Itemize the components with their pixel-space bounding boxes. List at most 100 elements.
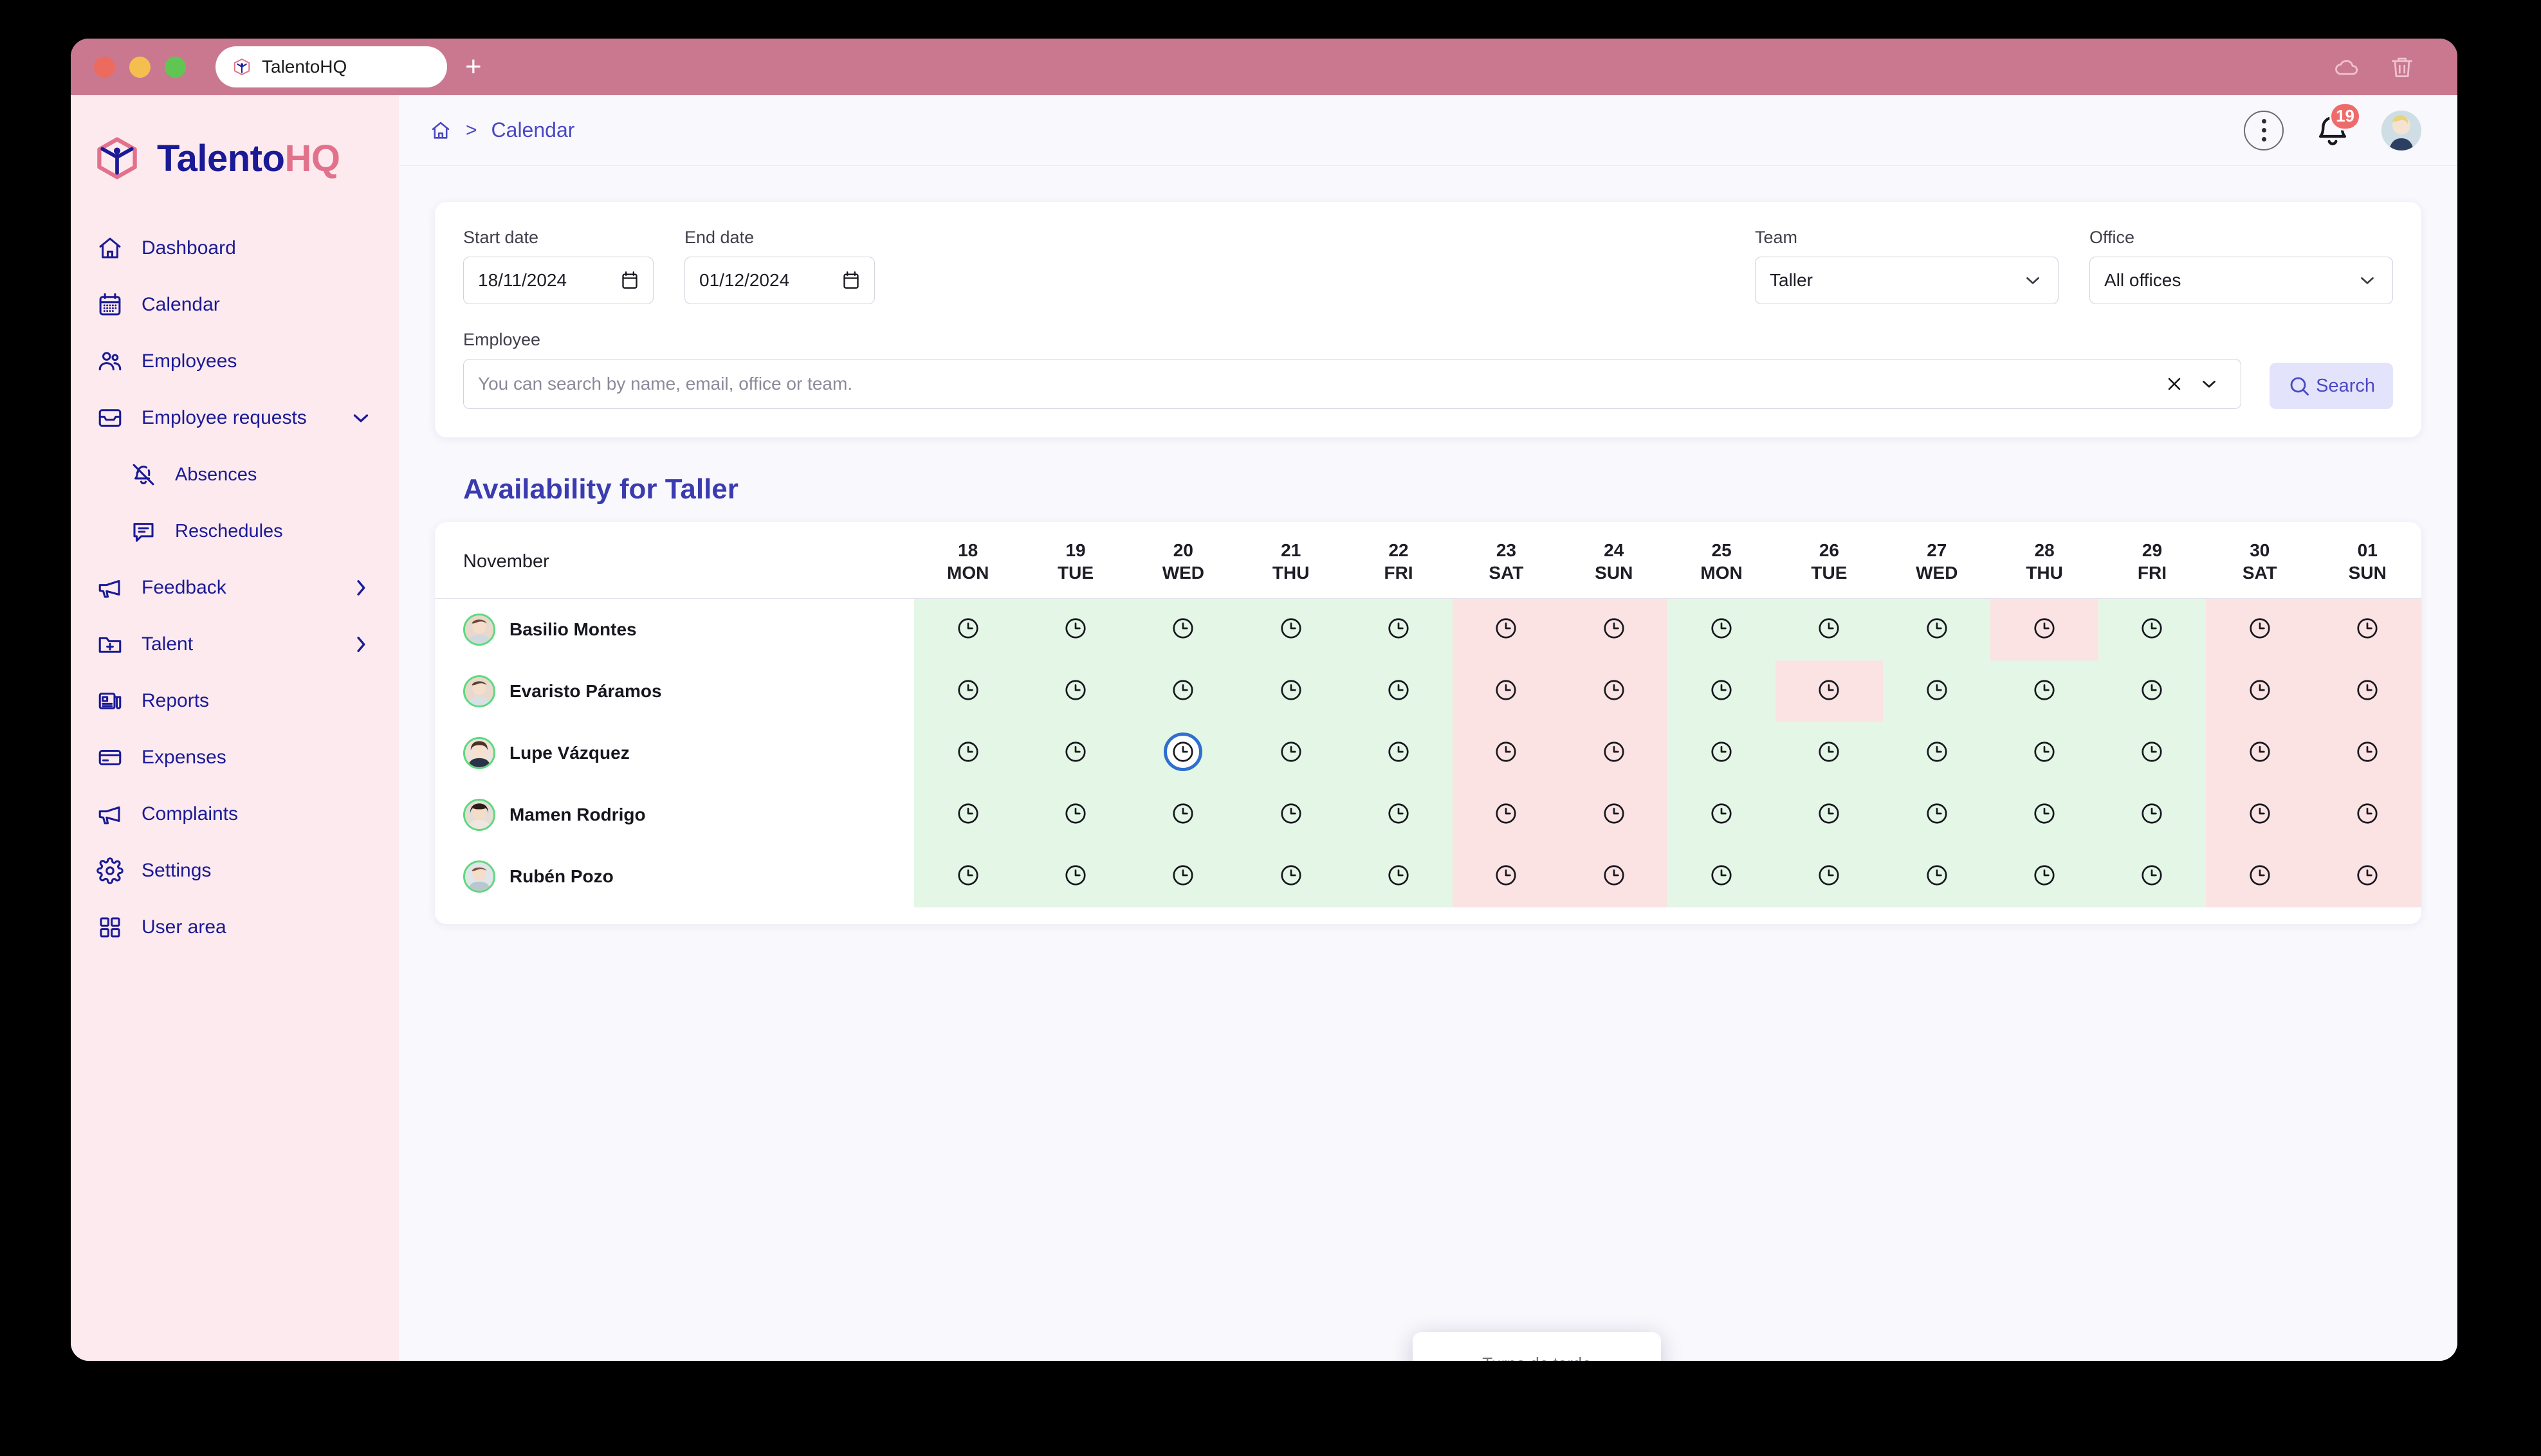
- clock-icon[interactable]: [2354, 801, 2380, 826]
- availability-cell[interactable]: [1883, 845, 1991, 907]
- clock-icon[interactable]: [1493, 677, 1519, 703]
- clock-icon[interactable]: [1063, 862, 1088, 888]
- clock-icon[interactable]: [1278, 739, 1304, 765]
- availability-cell[interactable]: [1237, 722, 1345, 784]
- clock-icon[interactable]: [1170, 862, 1196, 888]
- availability-cell[interactable]: [2313, 660, 2421, 722]
- clock-icon[interactable]: [1924, 801, 1950, 826]
- availability-cell[interactable]: [1775, 783, 1884, 846]
- availability-cell[interactable]: [1344, 845, 1453, 907]
- user-avatar[interactable]: [2381, 110, 2421, 150]
- availability-cell[interactable]: [1883, 783, 1991, 846]
- availability-cell[interactable]: [1129, 598, 1238, 660]
- clock-icon[interactable]: [955, 801, 981, 826]
- start-date-input[interactable]: 18/11/2024: [463, 257, 654, 304]
- clock-icon[interactable]: [1816, 801, 1842, 826]
- availability-cell[interactable]: [1560, 845, 1668, 907]
- availability-cell[interactable]: [1129, 660, 1238, 722]
- clock-icon[interactable]: [2247, 801, 2273, 826]
- clock-icon[interactable]: [2032, 862, 2057, 888]
- clock-icon[interactable]: [1924, 677, 1950, 703]
- employee-name-cell[interactable]: Evaristo Páramos: [435, 660, 914, 722]
- availability-cell[interactable]: [1237, 783, 1345, 846]
- sidebar-item-user-area[interactable]: User area: [71, 899, 399, 956]
- availability-cell[interactable]: [1990, 598, 2098, 660]
- availability-cell[interactable]: [2098, 783, 2206, 846]
- availability-cell[interactable]: [1560, 660, 1668, 722]
- availability-cell[interactable]: [1237, 598, 1345, 660]
- clock-icon[interactable]: [2139, 677, 2165, 703]
- clock-icon[interactable]: [2139, 615, 2165, 641]
- clock-icon[interactable]: [2247, 862, 2273, 888]
- availability-cell[interactable]: [1775, 598, 1884, 660]
- clock-icon[interactable]: [1709, 862, 1734, 888]
- availability-cell[interactable]: [914, 660, 1022, 722]
- chevron-down-icon[interactable]: [349, 406, 373, 430]
- office-select[interactable]: All offices: [2089, 257, 2393, 304]
- sidebar-item-dashboard[interactable]: Dashboard: [71, 220, 399, 277]
- employee-name-cell[interactable]: Lupe Vázquez: [435, 722, 914, 784]
- availability-cell[interactable]: [1775, 845, 1884, 907]
- chevron-down-icon[interactable]: [2192, 367, 2226, 401]
- availability-cell[interactable]: [1452, 722, 1561, 784]
- clock-icon[interactable]: [1278, 801, 1304, 826]
- availability-cell[interactable]: [1560, 783, 1668, 846]
- availability-cell[interactable]: [1775, 660, 1884, 722]
- availability-cell[interactable]: [1452, 660, 1561, 722]
- availability-cell[interactable]: [1883, 722, 1991, 784]
- availability-cell[interactable]: [914, 598, 1022, 660]
- sidebar-item-absences[interactable]: Absences: [71, 446, 399, 503]
- availability-cell[interactable]: [1237, 845, 1345, 907]
- calendar-picker-icon[interactable]: [842, 270, 860, 291]
- notifications-button[interactable]: 19: [2312, 102, 2361, 151]
- availability-cell[interactable]: [1667, 722, 1775, 784]
- availability-cell[interactable]: [1022, 660, 1130, 722]
- clock-icon[interactable]: [1278, 862, 1304, 888]
- availability-cell[interactable]: [914, 722, 1022, 784]
- clock-icon[interactable]: [1386, 801, 1411, 826]
- clock-icon[interactable]: [2032, 615, 2057, 641]
- availability-cell[interactable]: [1990, 845, 2098, 907]
- minimize-window-button[interactable]: [129, 56, 151, 78]
- availability-cell[interactable]: [1667, 845, 1775, 907]
- chevron-right-icon[interactable]: [349, 576, 373, 600]
- clock-icon[interactable]: [1601, 801, 1627, 826]
- app-logo[interactable]: TalentoHQ: [71, 95, 399, 181]
- availability-cell[interactable]: [2098, 660, 2206, 722]
- availability-cell[interactable]: [1883, 598, 1991, 660]
- availability-cell[interactable]: [1022, 722, 1130, 784]
- calendar-picker-icon[interactable]: [621, 270, 639, 291]
- close-window-button[interactable]: [94, 56, 115, 78]
- chevron-right-icon[interactable]: [349, 632, 373, 657]
- team-select[interactable]: Taller: [1755, 257, 2059, 304]
- clock-icon[interactable]: [1924, 739, 1950, 765]
- clock-icon[interactable]: [2032, 677, 2057, 703]
- clock-icon[interactable]: [1493, 862, 1519, 888]
- availability-cell[interactable]: [1022, 845, 1130, 907]
- home-icon[interactable]: [430, 120, 452, 141]
- more-options-button[interactable]: [2244, 110, 2284, 150]
- availability-cell[interactable]: [1883, 660, 1991, 722]
- availability-cell[interactable]: [2313, 845, 2421, 907]
- availability-cell[interactable]: [2206, 660, 2314, 722]
- clock-icon[interactable]: [1493, 739, 1519, 765]
- browser-tab[interactable]: TalentoHQ: [216, 46, 447, 87]
- clock-icon[interactable]: [1386, 615, 1411, 641]
- sidebar-item-employee-requests[interactable]: Employee requests: [71, 390, 399, 446]
- new-tab-button[interactable]: +: [465, 52, 482, 80]
- clock-icon[interactable]: [2139, 862, 2165, 888]
- availability-cell[interactable]: [1990, 660, 2098, 722]
- sidebar-item-feedback[interactable]: Feedback: [71, 560, 399, 616]
- availability-cell[interactable]: [1452, 845, 1561, 907]
- availability-cell[interactable]: [2206, 722, 2314, 784]
- clock-icon[interactable]: [955, 862, 981, 888]
- clock-icon[interactable]: [1278, 677, 1304, 703]
- availability-cell[interactable]: [2313, 722, 2421, 784]
- availability-cell[interactable]: [1129, 722, 1238, 784]
- clock-icon[interactable]: [1709, 677, 1734, 703]
- availability-cell[interactable]: [1344, 660, 1453, 722]
- clock-icon[interactable]: [2032, 739, 2057, 765]
- clock-icon[interactable]: [1601, 862, 1627, 888]
- clock-icon[interactable]: [1601, 615, 1627, 641]
- sidebar-item-talent[interactable]: Talent: [71, 616, 399, 673]
